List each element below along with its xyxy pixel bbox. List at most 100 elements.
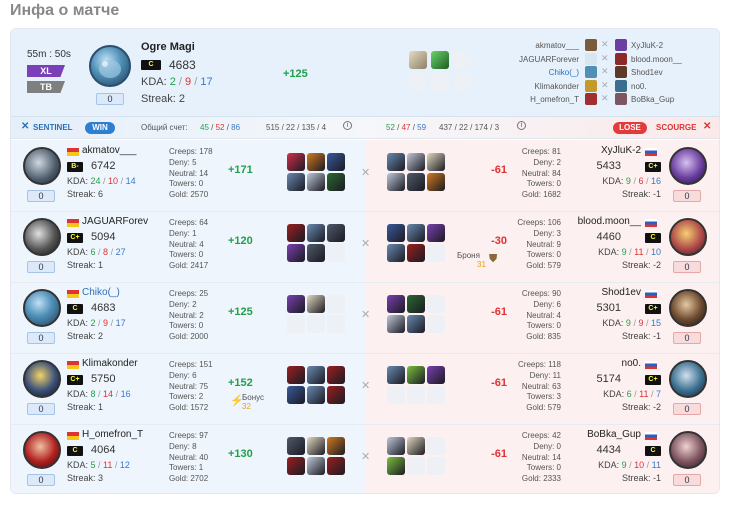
player-name[interactable]: akmatov___ — [82, 145, 136, 156]
rank-badge: C — [645, 233, 661, 243]
item-icon — [287, 244, 305, 262]
player-hero-portrait — [669, 431, 707, 469]
item-icon — [307, 244, 325, 262]
player-kda: KDA: 6 / 8 / 27 — [67, 247, 126, 257]
item-icon — [287, 366, 305, 384]
player-score: 0 — [27, 474, 55, 486]
stat-deny: Deny: 11 — [529, 370, 561, 380]
stat-creeps: Creeps: 25 — [169, 289, 209, 298]
stat-towers: Towers: 0 — [526, 250, 561, 260]
player-stats: Creeps: 90 Deny: 6 Neutral: 4 Towers: 0 Gold… — [522, 289, 561, 343]
player-score: 0 — [27, 332, 55, 344]
item-slot-empty — [427, 295, 445, 313]
match-card: 55m : 50s XL TB 0 Ogre Magi C 4683 KDA: … — [10, 28, 720, 494]
bonus-value: 32 — [242, 402, 251, 411]
player-stats: Creeps: 81 Deny: 2 Neutral: 84 Towers: 0 Gol… — [522, 147, 561, 201]
player-score: 0 — [673, 261, 701, 273]
total-score-label: Общий счет: — [141, 123, 188, 132]
player-name[interactable]: H_omefron_T — [82, 429, 143, 440]
matchup-left-name[interactable]: H_omefron_T — [530, 95, 579, 104]
player-kda: KDA: 9 / 9 / 15 — [602, 318, 661, 328]
player-rating: 5750 — [91, 373, 116, 385]
stat-creeps: Creeps: 90 — [521, 289, 561, 298]
player-hero-portrait — [23, 289, 61, 327]
item-icon — [287, 224, 305, 242]
stat-towers: Towers: 0 — [169, 321, 204, 331]
player-name[interactable]: Chiko(_) — [82, 287, 120, 298]
armor-icon: ⛊ — [489, 253, 498, 265]
matchup-right-name[interactable]: blood.moon__ — [631, 55, 682, 64]
country-flag — [67, 290, 79, 298]
versus-icon: ✕ — [601, 79, 609, 90]
info-icon[interactable]: i — [517, 121, 526, 130]
player-rating: 4683 — [91, 302, 116, 314]
player-name[interactable]: BoBka_Gup — [587, 429, 641, 440]
player-stats: Creeps: 106 Deny: 3 Neutral: 9 Towers: 0 Gol… — [517, 218, 561, 272]
player-name[interactable]: no0. — [622, 358, 641, 369]
matchup-right-name[interactable]: XyJluK-2 — [631, 41, 663, 50]
matchup-left-name[interactable]: JAGUARForever — [519, 55, 579, 64]
item-slot-empty — [431, 73, 449, 91]
matchup-left-name[interactable]: akmatov___ — [535, 41, 579, 50]
row-divider — [11, 211, 719, 212]
item-slot-empty — [407, 386, 425, 404]
country-flag — [67, 432, 79, 440]
player-name[interactable]: blood.moon__ — [578, 216, 641, 227]
info-icon[interactable]: i — [343, 121, 352, 130]
item-slot-empty — [409, 73, 427, 91]
matchup-right-name[interactable]: BoBka_Gup — [631, 95, 674, 104]
item-icon — [427, 224, 445, 242]
player-kda: KDA: 6 / 11 / 7 — [603, 389, 661, 399]
rank-badge: B- — [67, 162, 83, 172]
item-icon — [427, 153, 445, 171]
matchup-right-name[interactable]: no0. — [631, 82, 647, 91]
page-title: Инфа о матче — [10, 2, 120, 19]
player-name[interactable]: Klimakonder — [82, 358, 138, 369]
player-kda: KDA: 2 / 9 / 17 — [67, 318, 126, 328]
player-hero-portrait — [23, 360, 61, 398]
rank-badge: C — [645, 446, 661, 456]
country-flag — [67, 219, 79, 227]
stat-deny: Deny: 0 — [533, 441, 561, 451]
stat-creeps: Creeps: 81 — [521, 147, 561, 156]
item-icon — [407, 244, 425, 262]
matchup-right-name[interactable]: Shod1ev — [631, 68, 663, 77]
stat-creeps: Creeps: 106 — [517, 218, 561, 227]
country-flag — [67, 361, 79, 369]
player-name[interactable]: Shod1ev — [602, 287, 641, 298]
item-icon — [409, 51, 427, 69]
matchup-left-name[interactable]: Chiko(_) — [549, 68, 579, 77]
versus-icon: ✕ — [601, 52, 609, 63]
item-icon — [287, 437, 305, 455]
scourge-totals: 437 / 22 / 174 / 3 — [439, 123, 500, 132]
row-divider — [11, 424, 719, 425]
rank-badge: C+ — [67, 233, 83, 243]
player-streak: Streak: 6 — [67, 189, 104, 199]
hero-streak: Streak: 2 — [141, 93, 186, 105]
stat-neutral: Neutral: 84 — [521, 168, 561, 178]
player-rating: 5433 — [596, 160, 621, 172]
player-kda: KDA: 24 / 10 / 14 — [67, 176, 136, 186]
stat-towers: Towers: 0 — [526, 463, 561, 473]
item-slot-empty — [427, 437, 445, 455]
country-flag — [645, 361, 657, 369]
sentinel-score: 45 / 52 / 86 — [200, 123, 241, 132]
item-icon — [407, 153, 425, 171]
sentinel-label: SENTINEL — [33, 123, 73, 132]
player-score: 0 — [27, 403, 55, 415]
win-badge: WIN — [85, 122, 115, 134]
player-name[interactable]: JAGUARForev — [82, 216, 148, 227]
item-icon — [307, 457, 325, 475]
matchup-left-name[interactable]: Klimakonder — [535, 82, 579, 91]
player-rating: 5174 — [596, 373, 621, 385]
item-slot-empty — [327, 315, 345, 333]
row-divider — [11, 353, 719, 354]
rank-badge: C+ — [645, 162, 661, 172]
player-score: 0 — [673, 190, 701, 202]
kda-label: KDA: — [141, 76, 167, 88]
stat-gold: Gold: 2417 — [169, 261, 209, 271]
scourge-label: SCOURGE — [656, 123, 697, 132]
stat-neutral: Neutral: 14 — [521, 452, 561, 462]
player-name[interactable]: XyJluK-2 — [601, 145, 641, 156]
stat-neutral: Neutral: 40 — [169, 452, 209, 462]
